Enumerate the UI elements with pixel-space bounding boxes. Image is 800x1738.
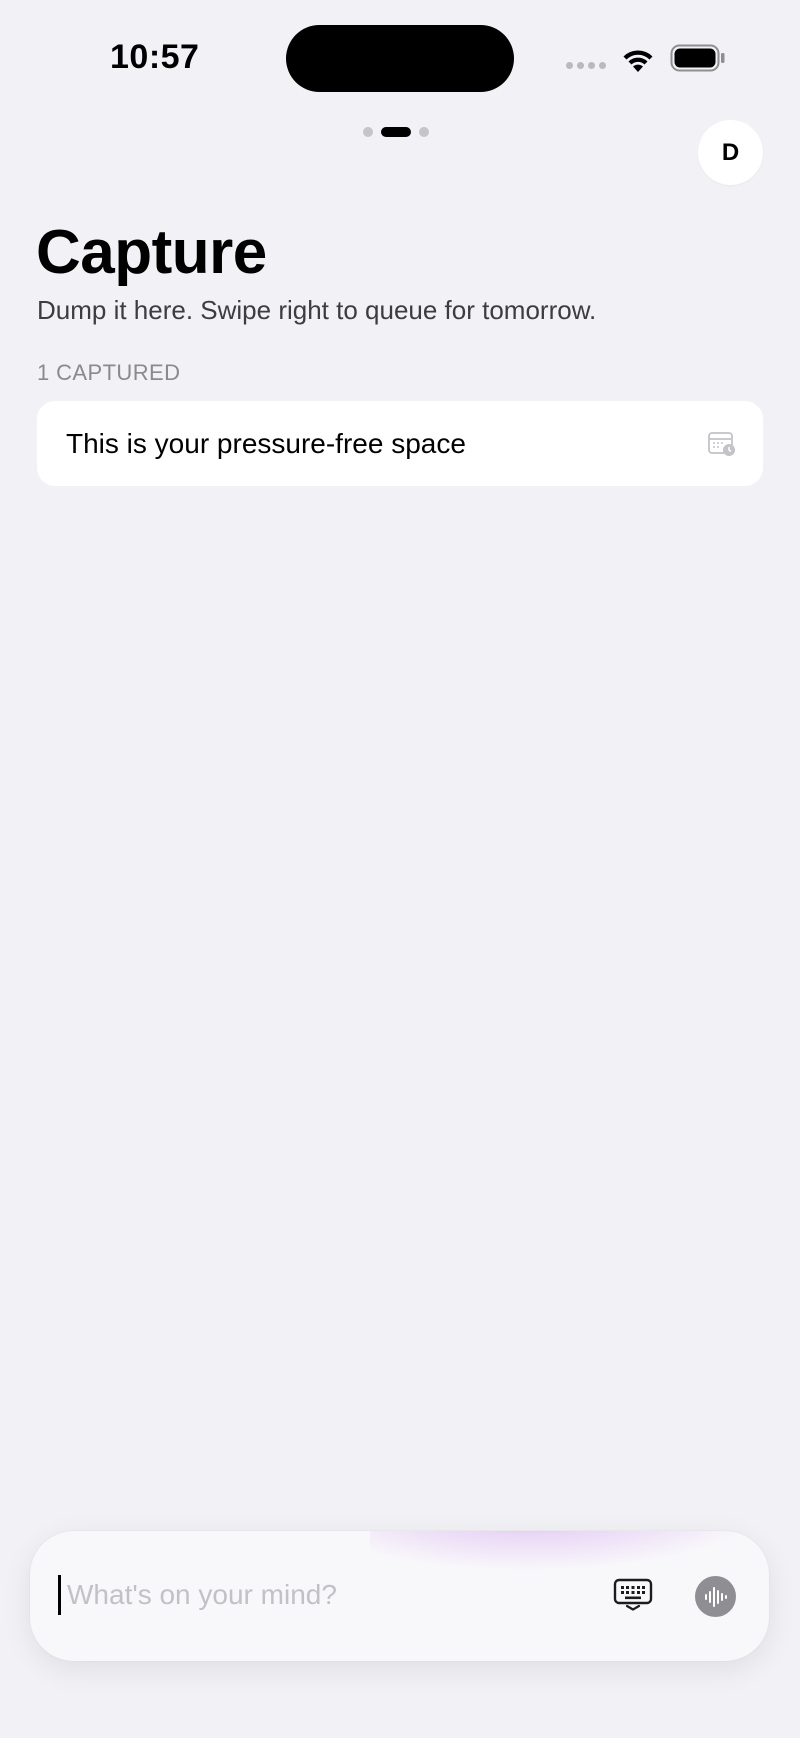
cellular-signal-icon <box>566 62 606 69</box>
status-time: 10:57 <box>110 38 200 76</box>
keyboard-icon <box>613 1578 653 1611</box>
dynamic-island <box>286 25 514 92</box>
battery-icon <box>670 44 725 72</box>
page-subtitle: Dump it here. Swipe right to queue for t… <box>37 295 597 325</box>
captured-count-label: 1 CAPTURED <box>37 360 181 385</box>
captured-item-text: This is your pressure-free space <box>66 427 466 459</box>
thought-input[interactable] <box>58 1575 567 1615</box>
voice-input-button[interactable] <box>695 1576 736 1617</box>
wifi-icon <box>623 50 653 72</box>
page-title: Capture <box>36 218 267 287</box>
page-dot <box>419 127 429 137</box>
keyboard-button[interactable] <box>612 1575 654 1613</box>
calendar-schedule-icon[interactable] <box>708 431 736 457</box>
page-dot <box>363 127 373 137</box>
captured-item[interactable]: This is your pressure-free space <box>37 401 763 486</box>
composer-glow <box>370 1531 769 1571</box>
page-dot-active <box>381 127 411 137</box>
waveform-icon <box>704 1586 727 1607</box>
composer-bar <box>30 1531 769 1661</box>
page-indicator[interactable] <box>363 127 429 137</box>
profile-avatar-button[interactable]: D <box>698 120 763 185</box>
status-bar: 10:57 <box>0 0 800 110</box>
